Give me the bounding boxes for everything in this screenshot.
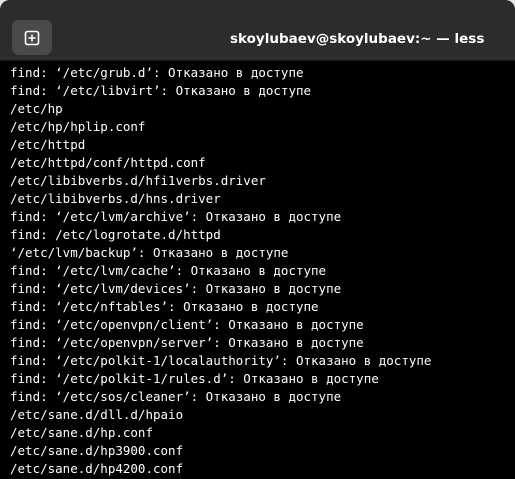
terminal-output[interactable]: find: ‘/etc/grub.d’: Отказано в доступе … [0, 61, 515, 479]
terminal-line: find: ‘/etc/polkit-1/localauthority’: От… [10, 353, 432, 368]
terminal-line: find: ‘/etc/polkit-1/rules.d’: Отказано … [10, 371, 379, 386]
terminal-line: /etc/libibverbs.d/hfi1verbs.driver [10, 173, 266, 188]
title-bar[interactable]: skoylubaev@skoylubaev:~ — less [0, 0, 515, 61]
terminal-line: /etc/libibverbs.d/hns.driver [10, 191, 221, 206]
terminal-line: /etc/sane.d/hp4200.conf [10, 461, 184, 476]
terminal-line: /etc/sane.d/dll.d/hpaio [10, 407, 184, 422]
new-tab-plus-icon [24, 30, 40, 46]
terminal-line: find: ‘/etc/openvpn/server’: Отказано в … [10, 335, 364, 350]
terminal-line: /etc/httpd [10, 137, 86, 152]
terminal-line: /etc/sane.d/hp3900.conf [10, 443, 184, 458]
terminal-line: find: ‘/etc/grub.d’: Отказано в доступе [10, 65, 304, 80]
terminal-line: find: ‘/etc/nftables’: Отказано в доступ… [10, 299, 319, 314]
new-tab-button[interactable] [12, 20, 52, 55]
terminal-line: /etc/hp [10, 101, 63, 116]
terminal-line: ‘/etc/lvm/backup’: Отказано в доступе [10, 245, 289, 260]
terminal-window: skoylubaev@skoylubaev:~ — less find: ‘/e… [0, 0, 515, 479]
terminal-line: /etc/sane.d/hp.conf [10, 425, 153, 440]
terminal-line: find: /etc/logrotate.d/httpd [10, 227, 221, 242]
terminal-line: find: ‘/etc/sos/cleaner’: Отказано в дос… [10, 389, 342, 404]
terminal-line: find: ‘/etc/lvm/cache’: Отказано в досту… [10, 263, 327, 278]
terminal-line: find: ‘/etc/lvm/archive’: Отказано в дос… [10, 209, 342, 224]
terminal-line: /etc/httpd/conf/httpd.conf [10, 155, 206, 170]
terminal-line: find: ‘/etc/libvirt’: Отказано в доступе [10, 83, 312, 98]
terminal-line: find: ‘/etc/openvpn/client’: Отказано в … [10, 317, 364, 332]
terminal-line: find: ‘/etc/lvm/devices’: Отказано в дос… [10, 281, 342, 296]
window-title: skoylubaev@skoylubaev:~ — less [230, 31, 485, 47]
terminal-line: /etc/hp/hplip.conf [10, 119, 146, 134]
